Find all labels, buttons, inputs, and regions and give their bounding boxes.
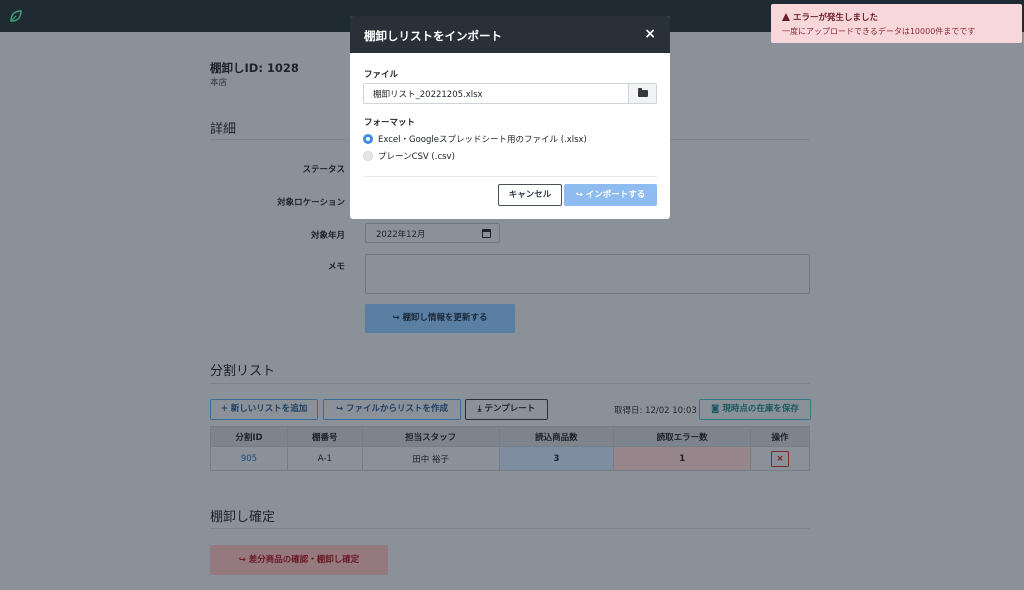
staff-name: 田中 裕子 [361, 446, 500, 471]
format-label: フォーマット [364, 118, 416, 128]
actions-cell: × [750, 446, 810, 471]
month-input[interactable]: 2022年12月 [365, 223, 500, 243]
close-icon[interactable]: × [644, 26, 656, 42]
memo-label: メモ [327, 262, 345, 272]
cancel-button[interactable]: キャンセル [498, 184, 562, 206]
format-option-csv[interactable]: プレーンCSV (.csv) [363, 150, 455, 162]
column-header: 担当スタッフ [361, 426, 500, 447]
shelf-number: A-1 [286, 446, 363, 471]
error-count: 1 [613, 446, 752, 471]
modal-header: 棚卸しリストをインポート × [350, 16, 670, 53]
option-xlsx-label: Excel・Googleスプレッドシート用のファイル (.xlsx) [378, 135, 587, 145]
toast-title: エラーが発生しました [782, 11, 1022, 23]
location-label: 対象ロケーション [277, 198, 345, 208]
divider [210, 383, 810, 384]
format-option-xlsx[interactable]: Excel・Googleスプレッドシート用のファイル (.xlsx) [363, 133, 587, 145]
read-count: 3 [498, 446, 615, 471]
confirm-inventory-button[interactable]: ↪ 差分商品の確認・棚卸し確定 [210, 545, 388, 575]
split-list-table: 分割ID 棚番号 担当スタッフ 読込商品数 読取エラー数 操作 905 A-1 … [210, 426, 810, 471]
calendar-icon[interactable] [482, 229, 491, 238]
split-list-heading: 分割リスト [210, 364, 276, 379]
create-from-file-button[interactable]: ↪ ファイルからリストを作成 [323, 399, 461, 420]
status-label: ステータス [302, 165, 345, 175]
modal-title: 棚卸しリストをインポート [364, 29, 502, 43]
details-heading: 詳細 [210, 122, 237, 137]
memo-textarea[interactable] [365, 254, 810, 294]
column-header: 操作 [750, 426, 810, 447]
toast-title-text: エラーが発生しました [793, 13, 879, 23]
split-id-link[interactable]: 905 [210, 446, 288, 471]
divider [210, 528, 810, 529]
file-name: 棚卸リスト_20221205.xlsx [373, 90, 483, 100]
confirm-heading: 棚卸し確定 [210, 510, 276, 525]
option-csv-label: プレーンCSV (.csv) [378, 152, 455, 162]
month-label: 対象年月 [310, 231, 345, 241]
error-toast: エラーが発生しました 一度にアップロードできるデータは10000件までです [771, 4, 1022, 43]
update-inventory-button[interactable]: ↪ 棚卸し情報を更新する [365, 304, 515, 333]
inventory-store: 本店 [210, 78, 228, 88]
file-input[interactable]: 棚卸リスト_20221205.xlsx [363, 83, 657, 104]
column-header: 読取エラー数 [613, 426, 752, 447]
save-current-stock-button[interactable]: ◙ 現時点の在庫を保存 [699, 399, 811, 420]
column-header: 分割ID [210, 426, 288, 447]
column-header: 読込商品数 [498, 426, 615, 447]
modal-divider [363, 176, 657, 177]
table-row: 905 A-1 田中 裕子 3 1 × [210, 446, 810, 471]
import-modal: 棚卸しリストをインポート × ファイル 棚卸リスト_20221205.xlsx … [350, 16, 670, 219]
add-list-button[interactable]: + 新しいリストを追加 [210, 399, 318, 420]
toast-message: 一度にアップロードできるデータは10000件までです [782, 27, 976, 36]
month-value: 2022年12月 [376, 230, 426, 240]
file-label: ファイル [364, 70, 399, 80]
warning-icon [782, 13, 790, 21]
table-header-row: 分割ID 棚番号 担当スタッフ 読込商品数 読取エラー数 操作 [210, 426, 810, 447]
import-button[interactable]: ↪ インポートする [564, 184, 657, 206]
column-header: 棚番号 [286, 426, 363, 447]
inventory-title: 棚卸しID: 1028 [210, 61, 299, 75]
folder-open-icon [638, 88, 648, 97]
leaf-logo-icon[interactable] [9, 9, 23, 23]
radio-selected-icon[interactable] [363, 134, 373, 144]
browse-file-button[interactable] [628, 84, 656, 103]
delete-button[interactable]: × [771, 450, 790, 467]
template-button[interactable]: ⤓ テンプレート [465, 399, 548, 420]
fetch-date: 取得日: 12/02 10:03 [614, 406, 697, 416]
radio-unselected-icon[interactable] [363, 151, 373, 161]
